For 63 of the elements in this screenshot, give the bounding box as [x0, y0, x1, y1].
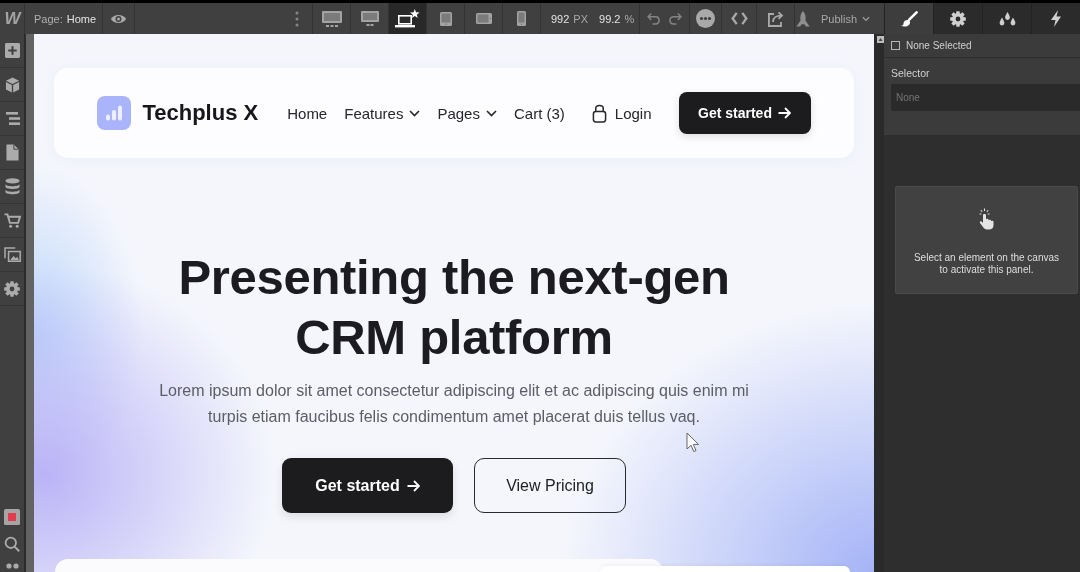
lightning-icon	[1050, 10, 1062, 27]
hero-description: Lorem ipsum dolor sit amet consectetur adipiscing elit et ac adipiscing quis enim mi turpis etiam faucibus felis condimentum amet placerat duis tellus vaq.	[158, 381, 750, 427]
pointer-hand-icon	[979, 208, 994, 230]
lock-icon	[591, 103, 607, 123]
export-icon[interactable]	[766, 10, 785, 27]
nav-link[interactable]: Pages	[437, 104, 497, 122]
page-icon[interactable]	[5, 144, 19, 161]
app-logo[interactable]: W	[4, 8, 20, 29]
hero-heading: Presenting the next-gen CRM platform	[177, 249, 731, 366]
get-started-button[interactable]: Get started	[678, 92, 811, 134]
selector-field[interactable]: None	[891, 84, 1080, 111]
eye-icon[interactable]	[110, 12, 127, 25]
panel-tab[interactable]	[884, 3, 933, 34]
cta-button[interactable]: Get started	[282, 458, 453, 513]
database-icon[interactable]	[4, 178, 20, 195]
width-value: 992	[551, 12, 570, 25]
monitor-icon	[360, 11, 379, 26]
breakpoint-button[interactable]	[389, 3, 427, 34]
vertical-scrollbar[interactable]	[874, 34, 884, 572]
mouse-cursor-icon	[686, 432, 699, 453]
login-link[interactable]: Login	[591, 103, 652, 123]
add-icon[interactable]	[4, 43, 20, 58]
selection-label: None Selected	[906, 40, 972, 51]
selector-label: Selector	[891, 67, 930, 79]
more-icon[interactable]	[696, 9, 715, 28]
drops-icon	[998, 11, 1016, 26]
nav-link[interactable]: Features	[344, 104, 421, 122]
scroll-up-icon[interactable]	[877, 36, 884, 43]
undo-icon[interactable]	[647, 12, 660, 25]
images-icon[interactable]	[3, 247, 21, 262]
phone-icon	[517, 11, 526, 26]
redo-icon[interactable]	[669, 12, 682, 25]
settings-icon	[950, 10, 966, 27]
brush-icon	[900, 10, 918, 27]
tablet-landscape-icon	[475, 13, 492, 24]
page-label: Page:	[34, 12, 63, 25]
brand-name[interactable]: Techplus X	[142, 100, 259, 126]
more-vertical-icon[interactable]	[295, 10, 299, 27]
checkbox[interactable]	[891, 41, 900, 50]
chevron-down-icon	[862, 15, 871, 22]
zoom-unit: %	[624, 12, 635, 25]
navigator-icon[interactable]	[4, 112, 20, 125]
cart-icon[interactable]	[3, 213, 21, 228]
empty-state-message: Select an element on the canvas to activate this panel.	[912, 252, 1061, 276]
search-icon[interactable]	[4, 536, 20, 552]
arrow-right-icon	[406, 479, 420, 492]
publish-button[interactable]: Publish	[795, 3, 884, 34]
laptop-star-icon	[395, 9, 420, 28]
rocket-icon	[795, 10, 811, 27]
page-name[interactable]: Home	[66, 12, 97, 25]
width-unit: PX	[573, 12, 589, 25]
settings-icon[interactable]	[4, 280, 20, 297]
code-icon[interactable]	[730, 12, 748, 25]
tablet-icon	[439, 11, 452, 26]
arrow-right-icon	[777, 107, 791, 119]
dots-icon[interactable]	[5, 563, 19, 569]
resize-handle[interactable]	[25, 34, 34, 572]
monitor-icon	[320, 10, 343, 27]
nav-link[interactable]: Home	[287, 104, 328, 122]
outline-button[interactable]: View Pricing	[474, 458, 626, 513]
nav-link[interactable]: Cart (3)	[513, 104, 565, 122]
cube-icon[interactable]	[4, 76, 20, 93]
zoom-value: 99.2	[599, 12, 621, 25]
